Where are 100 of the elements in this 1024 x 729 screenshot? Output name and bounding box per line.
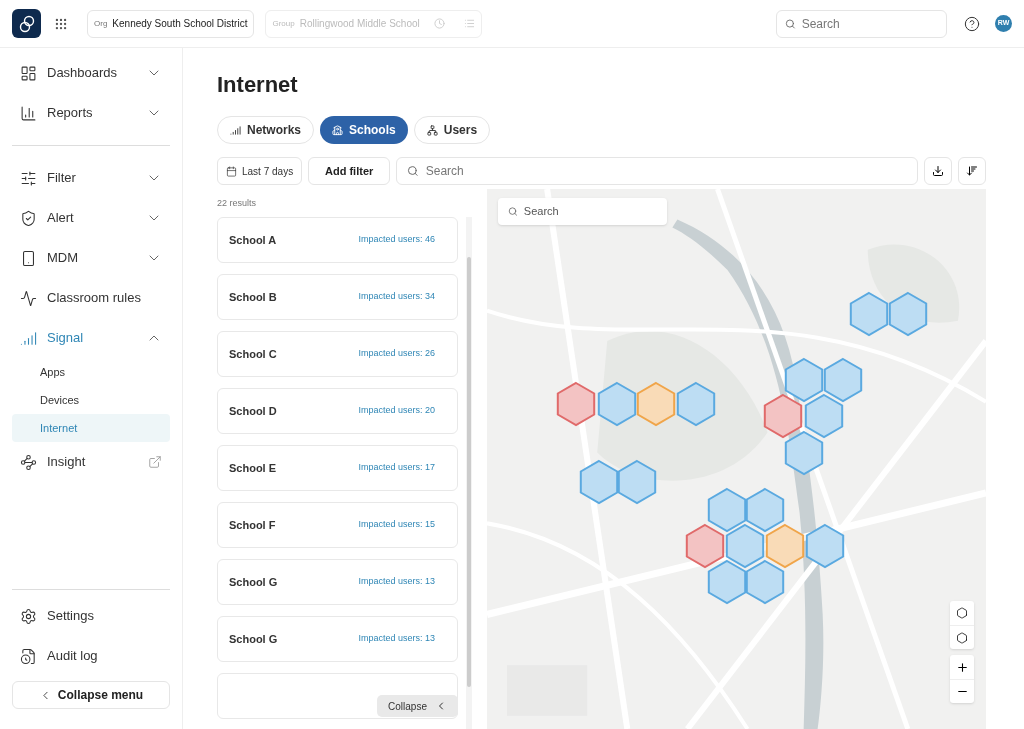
download-icon (932, 165, 944, 177)
phone-icon (20, 249, 37, 267)
hexagon-marker[interactable] (745, 487, 785, 533)
nav-item[interactable]: Audit log (12, 636, 170, 676)
nav-item[interactable]: Filter (12, 158, 170, 198)
date-range-button[interactable]: Last 7 days (217, 157, 303, 185)
hexagon-marker[interactable] (725, 523, 765, 569)
list-icon[interactable] (464, 18, 476, 29)
sort-icon (966, 165, 978, 177)
filter-search-input[interactable]: Search (425, 162, 907, 180)
nodes-icon (20, 453, 37, 471)
logo-icon (17, 14, 36, 33)
settings-icon (20, 607, 37, 625)
file-clock-icon (20, 647, 37, 665)
download-button[interactable] (924, 157, 952, 185)
help-icon[interactable] (964, 15, 980, 32)
school-card[interactable]: School G Impacted users: 13 (217, 559, 458, 605)
map-search-input[interactable]: Search (523, 203, 657, 220)
hexagon-marker[interactable] (849, 291, 889, 337)
collapse-button[interactable]: Collapse (377, 695, 458, 717)
hexagon-marker[interactable] (804, 393, 844, 439)
sort-button[interactable] (958, 157, 986, 185)
nav-item[interactable]: MDM (12, 238, 170, 278)
nav-item[interactable]: Dashboards (12, 53, 170, 93)
nav-item[interactable]: Classroom rules (12, 278, 170, 318)
school-card[interactable]: School G Impacted users: 13 (217, 616, 458, 662)
clock-icon[interactable] (434, 18, 446, 29)
nav-item[interactable]: Reports (12, 93, 170, 133)
hexagon-marker[interactable] (685, 523, 725, 569)
filter-search-field[interactable]: Search (396, 157, 918, 185)
hexagon-marker[interactable] (579, 459, 619, 505)
school-name: School F (229, 517, 276, 533)
hexagon-marker[interactable] (636, 381, 676, 427)
school-card[interactable]: School C Impacted users: 26 (217, 331, 458, 377)
nav-subitem[interactable]: Internet (12, 414, 170, 442)
collapse-menu-button[interactable]: Collapse menu (12, 681, 170, 709)
hexagon-marker[interactable] (707, 487, 747, 533)
signal-icon (230, 124, 241, 136)
impacted-users: Impacted users: 20 (358, 404, 435, 418)
hexagon-marker[interactable] (745, 559, 785, 605)
search-field[interactable]: Search (776, 9, 947, 38)
search-icon (785, 17, 796, 30)
school-name: School B (229, 289, 277, 305)
impacted-users: Impacted users: 17 (358, 461, 435, 475)
group-value: Rollingwood Middle School (299, 17, 421, 31)
org-label: Org (94, 17, 108, 30)
hexagon-icon (956, 631, 968, 644)
nav-subitem[interactable]: Apps (12, 358, 170, 386)
school-card[interactable]: School F Impacted users: 15 (217, 502, 458, 548)
hexagon-marker[interactable] (763, 393, 803, 439)
impacted-users: Impacted users: 34 (358, 290, 435, 304)
dashboard-icon (20, 64, 37, 82)
school-name: School E (229, 460, 277, 476)
plus-icon (955, 660, 969, 674)
hexagon-marker[interactable] (784, 430, 824, 476)
page-title: Internet (217, 71, 299, 99)
impacted-users: Impacted users: 46 (358, 233, 435, 247)
nav-subitem[interactable]: Devices (12, 386, 170, 414)
school-name: School G (229, 631, 278, 647)
hexagon-icon (956, 607, 968, 619)
hexagon-marker[interactable] (707, 559, 747, 605)
hierarchy-icon (426, 124, 438, 136)
hexagon-marker[interactable] (765, 523, 805, 569)
map-search-field[interactable]: Search (498, 198, 667, 225)
signal-icon (20, 329, 37, 347)
tab[interactable]: Schools (320, 116, 408, 144)
hexagon-marker[interactable] (805, 523, 845, 569)
school-card[interactable]: School E Impacted users: 17 (217, 445, 458, 491)
hexagon-marker[interactable] (617, 459, 657, 505)
hexagon-marker[interactable] (784, 357, 824, 403)
hexagon-marker[interactable] (888, 291, 928, 337)
app-logo[interactable] (12, 9, 41, 38)
add-filter-button[interactable]: Add filter (308, 157, 391, 185)
impacted-users: Impacted users: 15 (358, 518, 435, 532)
school-card[interactable]: School A Impacted users: 46 (217, 217, 458, 263)
school-name: School A (229, 232, 277, 248)
impacted-users: Impacted users: 26 (358, 347, 435, 361)
school-name: School D (229, 403, 277, 419)
nav-item[interactable]: Alert (12, 198, 170, 238)
hexagon-marker[interactable] (597, 381, 637, 427)
hexagon-marker[interactable] (676, 381, 716, 427)
org-selector[interactable]: Org Kennedy South School District (87, 9, 255, 38)
school-card[interactable]: School B Impacted users: 34 (217, 274, 458, 320)
nav-item[interactable]: Settings (12, 596, 170, 636)
school-name: School G (229, 574, 278, 590)
calendar-icon (226, 165, 237, 177)
school-icon (332, 124, 344, 136)
search-icon (508, 206, 518, 217)
scrollbar-thumb[interactable] (467, 257, 471, 687)
bar-chart-icon (20, 104, 37, 122)
nav-item[interactable]: Signal (12, 318, 170, 358)
pulse-icon (20, 289, 37, 307)
search-input[interactable]: Search (801, 14, 938, 33)
school-card[interactable]: School D Impacted users: 20 (217, 388, 458, 434)
shield-icon (20, 209, 37, 227)
external-link-icon[interactable] (148, 455, 162, 469)
impacted-users: Impacted users: 13 (358, 575, 435, 589)
nav-item[interactable]: Insight (12, 442, 170, 482)
apps-grid-icon[interactable] (54, 16, 68, 31)
school-name: School C (229, 346, 277, 362)
